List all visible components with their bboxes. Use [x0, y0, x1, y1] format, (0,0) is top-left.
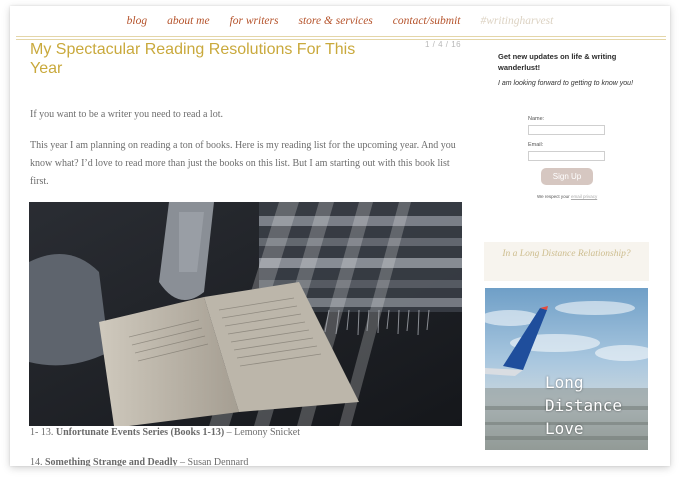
name-label: Name:	[528, 116, 545, 122]
newsletter-subheading: I am looking forward to getting to know …	[498, 80, 634, 87]
nav-blog[interactable]: blog	[127, 15, 147, 27]
book-list-item-2: 14. Something Strange and Deadly – Susan…	[30, 457, 248, 466]
post-date: 1 / 4 / 16	[425, 40, 462, 49]
post-hero-image	[29, 202, 462, 426]
nav-writingharvest[interactable]: #writingharvest	[481, 15, 554, 27]
book-list-item-1: 1- 13. Unfortunate Events Series (Books …	[30, 427, 300, 438]
sign-up-button[interactable]: Sign Up	[541, 168, 593, 185]
email-label: Email:	[528, 142, 544, 148]
browser-frame: blog about me for writers store & servic…	[10, 6, 670, 466]
book-title: Something Strange and Deadly	[45, 457, 178, 466]
book-author: – Lemony Snicket	[224, 427, 300, 438]
post-paragraph-2: This year I am planning on reading a ton…	[30, 140, 456, 187]
post-paragraph-1: If you want to be a writer you need to r…	[30, 109, 223, 120]
privacy-note: We respect your email privacy	[537, 194, 597, 199]
list-number: 14.	[30, 457, 45, 466]
name-field[interactable]	[528, 125, 605, 135]
top-nav: blog about me for writers store & servic…	[10, 6, 670, 36]
list-number: 1- 13.	[30, 427, 56, 438]
book-author: – Susan Dennard	[177, 457, 249, 466]
nav-store-services[interactable]: store & services	[298, 15, 372, 27]
newsletter-heading: Get new updates on life & writing wander…	[498, 52, 617, 72]
nav-for-writers[interactable]: for writers	[230, 15, 279, 27]
long-distance-love-banner[interactable]: Long Distance Love	[485, 288, 648, 450]
reading-photo-illustration	[29, 202, 462, 426]
post-title[interactable]: My Spectacular Reading Resolutions For T…	[30, 40, 360, 78]
privacy-text: We respect your	[537, 194, 571, 199]
nav-contact-submit[interactable]: contact/submit	[393, 15, 461, 27]
privacy-link[interactable]: email privacy	[571, 194, 597, 199]
long-distance-heading[interactable]: In a Long Distance Relationship?	[484, 242, 649, 281]
book-title: Unfortunate Events Series (Books 1-13)	[55, 427, 225, 438]
nav-about-me[interactable]: about me	[167, 15, 209, 27]
email-field[interactable]	[528, 151, 605, 161]
long-distance-love-text: Long Distance Love	[545, 373, 623, 438]
